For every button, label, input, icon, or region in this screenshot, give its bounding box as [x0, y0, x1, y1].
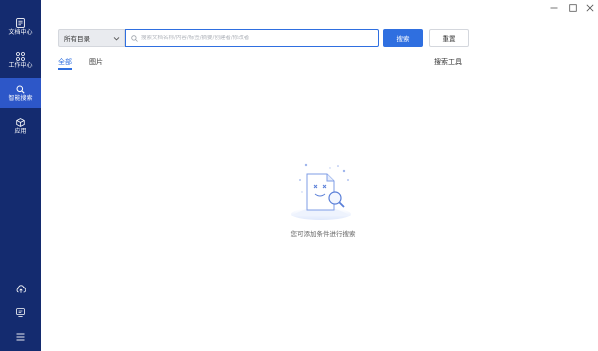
document-icon	[16, 18, 25, 28]
sidebar-upload-button[interactable]	[0, 281, 41, 297]
minimize-icon	[550, 7, 558, 9]
directory-select[interactable]: 所有目录	[58, 29, 125, 47]
sidebar: 文档中心 工作中心 智能搜索 应用	[0, 0, 41, 351]
monitor-icon	[16, 307, 25, 317]
sidebar-item-work-center[interactable]: 工作中心	[0, 45, 41, 75]
active-tab-indicator	[58, 68, 72, 70]
menu-icon	[16, 333, 25, 341]
tab-images[interactable]: 图片	[89, 57, 103, 67]
sidebar-item-label: 工作中心	[8, 61, 33, 69]
maximize-button[interactable]	[567, 2, 579, 14]
search-button[interactable]: 搜索	[383, 29, 423, 47]
search-input[interactable]	[141, 35, 371, 41]
empty-state-message: 您可添加条件进行搜索	[290, 230, 356, 238]
directory-select-value: 所有目录	[64, 35, 90, 43]
search-icon	[16, 85, 25, 94]
close-button[interactable]	[584, 2, 596, 14]
cloud-upload-icon	[16, 285, 26, 293]
sidebar-item-label: 应用	[14, 127, 27, 135]
search-icon	[131, 34, 138, 42]
sidebar-monitor-button[interactable]	[0, 304, 41, 320]
tab-all[interactable]: 全部	[58, 57, 72, 67]
search-box	[125, 29, 379, 47]
search-tools-button[interactable]: 搜索工具	[434, 57, 462, 67]
sidebar-menu-button[interactable]	[0, 329, 41, 345]
sidebar-item-apps[interactable]: 应用	[0, 111, 41, 141]
grid-icon	[16, 51, 25, 61]
minimize-button[interactable]	[548, 2, 560, 14]
maximize-icon	[569, 4, 577, 12]
close-icon	[586, 4, 594, 12]
sidebar-item-smart-search[interactable]: 智能搜索	[0, 78, 41, 108]
empty-search-illustration	[291, 163, 351, 220]
sidebar-item-document-center[interactable]: 文档中心	[0, 12, 41, 42]
cube-icon	[16, 117, 25, 127]
chevron-down-icon	[113, 37, 120, 41]
reset-button[interactable]: 重置	[429, 29, 469, 47]
sidebar-item-label: 文档中心	[8, 29, 33, 36]
sidebar-item-label: 智能搜索	[8, 94, 33, 102]
